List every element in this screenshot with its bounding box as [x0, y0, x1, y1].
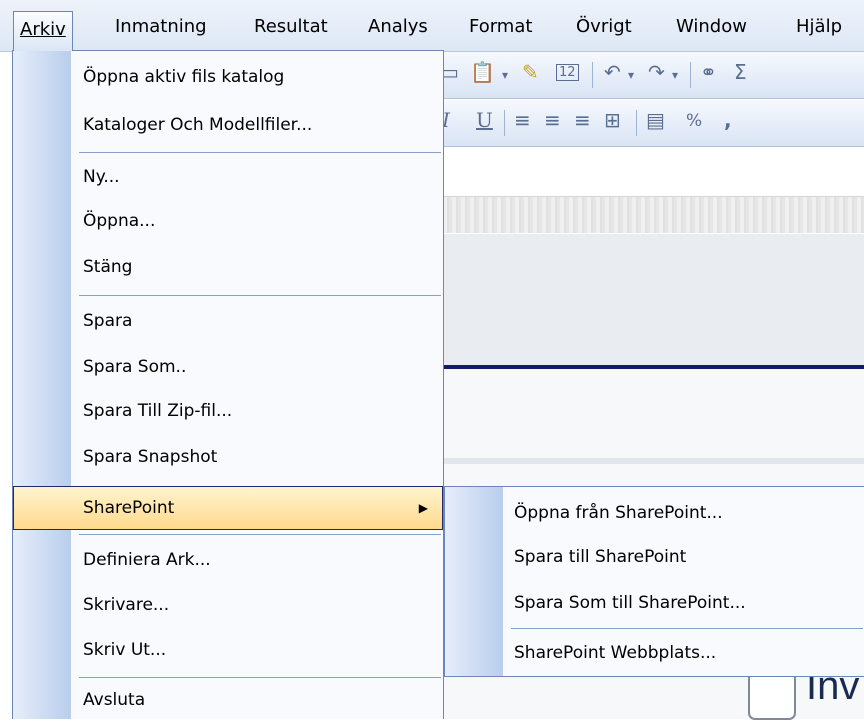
merge-cells-icon[interactable]: ⊞: [604, 108, 621, 132]
font-size-label: 12: [559, 65, 576, 80]
menu-item-open[interactable]: Öppna...: [13, 199, 443, 243]
menu-analys-label: Analys: [368, 16, 428, 37]
menu-item-catalogs[interactable]: Kataloger Och Modellfiler...: [13, 103, 443, 147]
menu-item-save-zip[interactable]: Spara Till Zip-fil...: [13, 389, 443, 433]
menu-item-label: Avsluta: [83, 690, 146, 710]
undo-icon[interactable]: ↶: [604, 60, 621, 84]
menu-item-label: Öppna aktiv fils katalog: [83, 67, 285, 87]
standard-toolbar: ▭ 📋 ▾ ✎ 12 ↶ ▾ ↷ ▾ ⚭ Σ: [440, 52, 864, 99]
menu-item-label: Kataloger Och Modellfiler...: [83, 115, 313, 135]
submenu-item-open-from-sharepoint[interactable]: Öppna från SharePoint...: [445, 491, 863, 535]
menu-item-printer[interactable]: Skrivare...: [13, 583, 443, 627]
menu-item-label: Skrivare...: [83, 595, 170, 615]
align-right-icon[interactable]: ≡: [574, 108, 591, 132]
toolbar-divider: [592, 62, 593, 88]
menu-item-open-active-folder[interactable]: Öppna aktiv fils katalog: [13, 55, 443, 99]
menu-item-label: Definiera Ark...: [83, 550, 211, 570]
menu-item-label: Spara Snapshot: [83, 447, 218, 467]
submenu-arrow-icon: ▶: [418, 501, 428, 515]
menu-ovrigt[interactable]: Övrigt: [570, 12, 638, 42]
menu-arkiv-label: Arkiv: [20, 19, 66, 40]
sharepoint-submenu: Öppna från SharePoint... Spara till Shar…: [444, 486, 864, 677]
menu-item-save[interactable]: Spara: [13, 299, 443, 343]
sum-icon[interactable]: Σ: [734, 60, 747, 84]
menu-hjalp-label: Hjälp: [796, 16, 842, 37]
menu-item-print[interactable]: Skriv Ut...: [13, 628, 443, 672]
menu-window[interactable]: Window: [670, 12, 753, 42]
submenu-item-label: Öppna från SharePoint...: [514, 503, 723, 523]
menu-separator: [79, 152, 441, 153]
currency-icon[interactable]: ▤: [646, 108, 665, 132]
toolbar-divider: [690, 62, 691, 88]
toolbar-divider: [504, 110, 505, 136]
document-band: [440, 458, 864, 464]
menu-item-label: Öppna...: [83, 211, 156, 231]
menu-window-label: Window: [676, 16, 747, 37]
menu-item-exit[interactable]: Avsluta: [13, 678, 443, 722]
arkiv-menu: Öppna aktiv fils katalog Kataloger Och M…: [12, 50, 444, 719]
comma-style-icon[interactable]: ,: [724, 108, 732, 132]
menu-item-new[interactable]: Ny...: [13, 155, 443, 199]
menu-format[interactable]: Format: [463, 12, 538, 42]
menu-item-label: Stäng: [83, 257, 133, 277]
menu-item-label: Spara Som..: [83, 357, 187, 377]
menu-bar: Arkiv Inmatning Resultat Analys Format Ö…: [0, 0, 864, 52]
menu-item-label: Ny...: [83, 167, 120, 187]
menu-item-label: SharePoint: [83, 498, 175, 518]
menu-item-sharepoint[interactable]: SharePoint ▶: [13, 486, 443, 530]
submenu-separator: [511, 628, 863, 629]
underline-icon[interactable]: U: [476, 108, 493, 132]
ruler-strip: [440, 197, 864, 233]
menu-item-label: Spara: [83, 311, 133, 331]
menu-separator: [79, 534, 441, 535]
menu-analys[interactable]: Analys: [362, 12, 434, 42]
redo-dropdown-icon[interactable]: ▾: [672, 68, 678, 82]
menu-separator: [79, 295, 441, 296]
submenu-item-label: Spara Som till SharePoint...: [514, 593, 746, 613]
percent-icon[interactable]: %: [686, 111, 702, 131]
menu-format-label: Format: [469, 16, 533, 37]
submenu-item-label: SharePoint Webbplats...: [514, 643, 717, 663]
menu-item-label: Spara Till Zip-fil...: [83, 401, 233, 421]
menu-item-save-snapshot[interactable]: Spara Snapshot: [13, 435, 443, 479]
paste-icon[interactable]: 📋: [470, 60, 495, 84]
menu-arkiv[interactable]: Arkiv: [13, 11, 73, 51]
percent-label: %: [686, 111, 703, 131]
workspace-area: [440, 234, 864, 365]
menu-resultat[interactable]: Resultat: [248, 12, 334, 42]
format-painter-icon[interactable]: ✎: [522, 60, 539, 84]
checkbox[interactable]: [748, 670, 796, 720]
menu-resultat-label: Resultat: [254, 16, 328, 37]
hyperlink-icon[interactable]: ⚭: [700, 60, 717, 84]
undo-dropdown-icon[interactable]: ▾: [628, 68, 634, 82]
align-left-icon[interactable]: ≡: [514, 108, 531, 132]
submenu-item-sharepoint-site[interactable]: SharePoint Webbplats...: [445, 631, 863, 675]
toolbar-divider: [636, 110, 637, 136]
paste-dropdown-icon[interactable]: ▾: [502, 68, 508, 82]
menu-ovrigt-label: Övrigt: [576, 16, 632, 37]
menu-inmatning[interactable]: Inmatning: [109, 12, 213, 42]
menu-item-close[interactable]: Stäng: [13, 245, 443, 289]
submenu-item-label: Spara till SharePoint: [514, 547, 687, 567]
menu-inmatning-label: Inmatning: [115, 16, 207, 37]
menu-hjalp[interactable]: Hjälp: [790, 12, 848, 42]
calendar-icon[interactable]: 12: [556, 64, 579, 81]
submenu-item-save-as-sharepoint[interactable]: Spara Som till SharePoint...: [445, 581, 863, 625]
redo-icon[interactable]: ↷: [648, 60, 665, 84]
formatting-toolbar: I U ≡ ≡ ≡ ⊞ ▤ % ,: [440, 100, 864, 147]
menu-item-label: Skriv Ut...: [83, 640, 167, 660]
formula-bar[interactable]: [440, 148, 864, 197]
align-center-icon[interactable]: ≡: [544, 108, 561, 132]
submenu-item-save-to-sharepoint[interactable]: Spara till SharePoint: [445, 535, 863, 579]
menu-item-save-as[interactable]: Spara Som..: [13, 345, 443, 389]
menu-item-define-sheet[interactable]: Definiera Ark...: [13, 538, 443, 582]
